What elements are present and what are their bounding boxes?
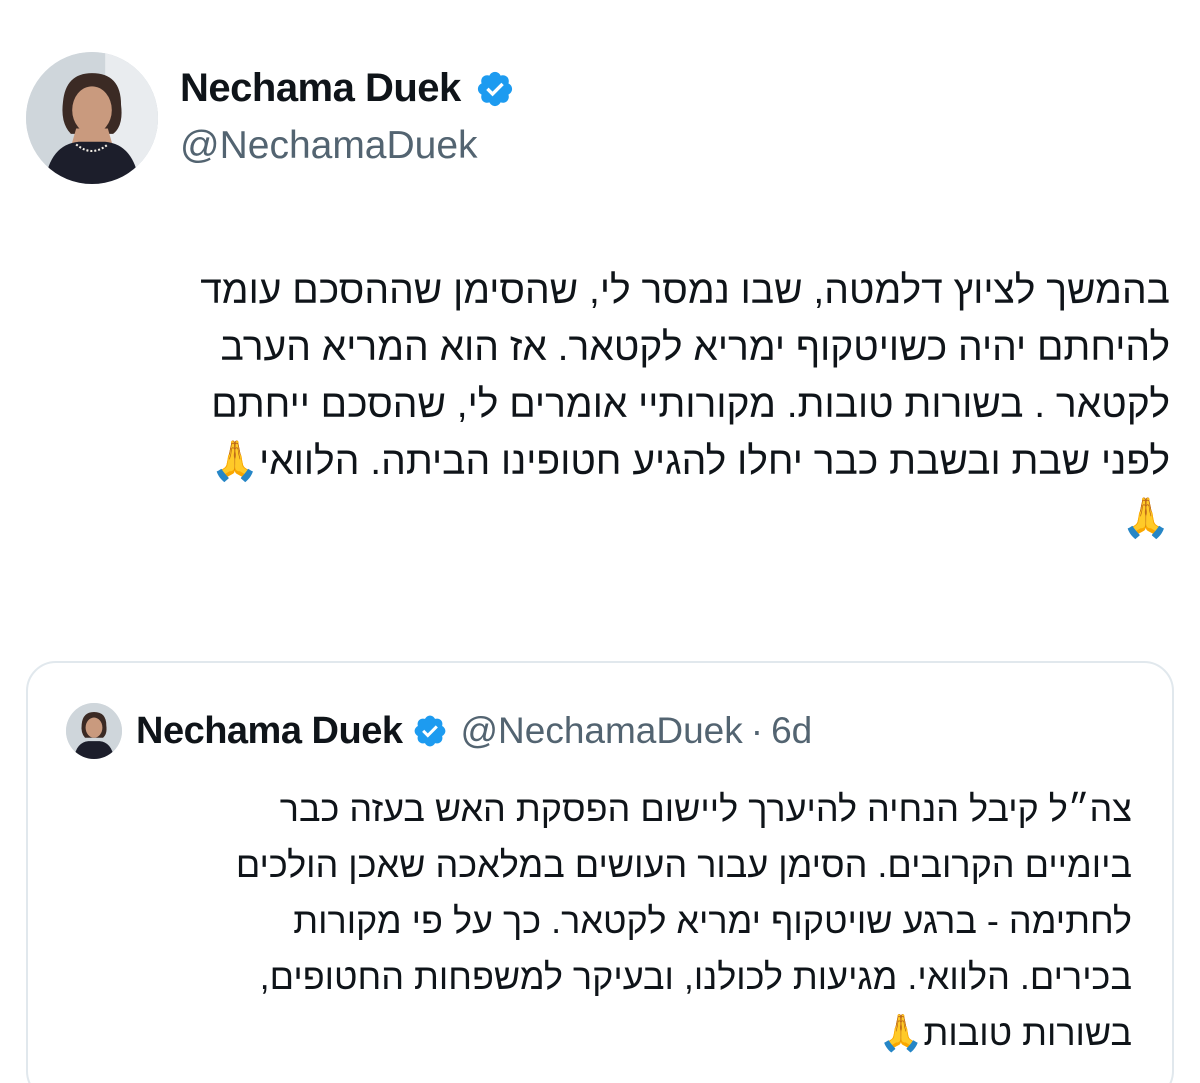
quoted-author-handle[interactable]: @NechamaDuek (460, 710, 742, 752)
quoted-tweet-card[interactable]: Nechama Duek @NechamaDuek · 6d צה״ל קיבל… (26, 661, 1174, 1083)
author-avatar[interactable] (26, 52, 158, 184)
tweet-text-line: להיחתם יהיה כשויטקוף ימריא לקטאר. אז הוא… (220, 326, 1170, 369)
quoted-author-display-name[interactable]: Nechama Duek (136, 710, 403, 753)
verified-badge-icon (477, 71, 512, 106)
tweet-text-line: לפני שבת ובשבת כבר יחלו להגיע חטופינו הב… (210, 440, 1170, 483)
tweet[interactable]: Nechama Duek @NechamaDuek בהמשך לציוץ דל… (0, 0, 1200, 1083)
tweet-text-line: 🙏 (1121, 497, 1170, 540)
quoted-text-line: לחתימה - ברגע שויטקוף ימריא לקטאר. כך על… (293, 900, 1132, 941)
quoted-text-line: בשורות טובות🙏 (878, 1012, 1132, 1053)
author-display-name[interactable]: Nechama Duek (180, 66, 461, 111)
quoted-timestamp[interactable]: 6d (771, 710, 812, 752)
verified-badge-icon (415, 715, 446, 747)
quoted-author-avatar-image (66, 703, 122, 759)
tweet-text-line: בהמשך לציוץ דלמטה, שבו נמסר לי, שהסימן ש… (200, 269, 1170, 312)
tweet-text: בהמשך לציוץ דלמטה, שבו נמסר לי, שהסימן ש… (28, 262, 1170, 547)
quoted-separator: · (750, 710, 764, 751)
quoted-tweet-header: Nechama Duek @NechamaDuek · 6d (66, 703, 812, 759)
author-name-row: Nechama Duek (180, 66, 515, 111)
author-avatar-image (26, 52, 158, 184)
author-handle[interactable]: @NechamaDuek (180, 124, 478, 168)
quoted-text-line: ביומיים הקרובים. הסימן עבור העושים במלאכ… (235, 844, 1132, 885)
quoted-tweet-text: צה״ל קיבל הנחיה להיערך ליישום הפסקת האש … (72, 781, 1132, 1061)
quoted-text-line: בכירים. הלוואי. מגיעות לכולנו, ובעיקר למ… (259, 956, 1132, 997)
quoted-text-line: צה״ל קיבל הנחיה להיערך ליישום הפסקת האש … (279, 788, 1132, 829)
tweet-text-line: לקטאר . בשורות טובות. מקורותיי אומרים לי… (211, 383, 1170, 426)
quoted-author-avatar[interactable] (66, 703, 122, 759)
